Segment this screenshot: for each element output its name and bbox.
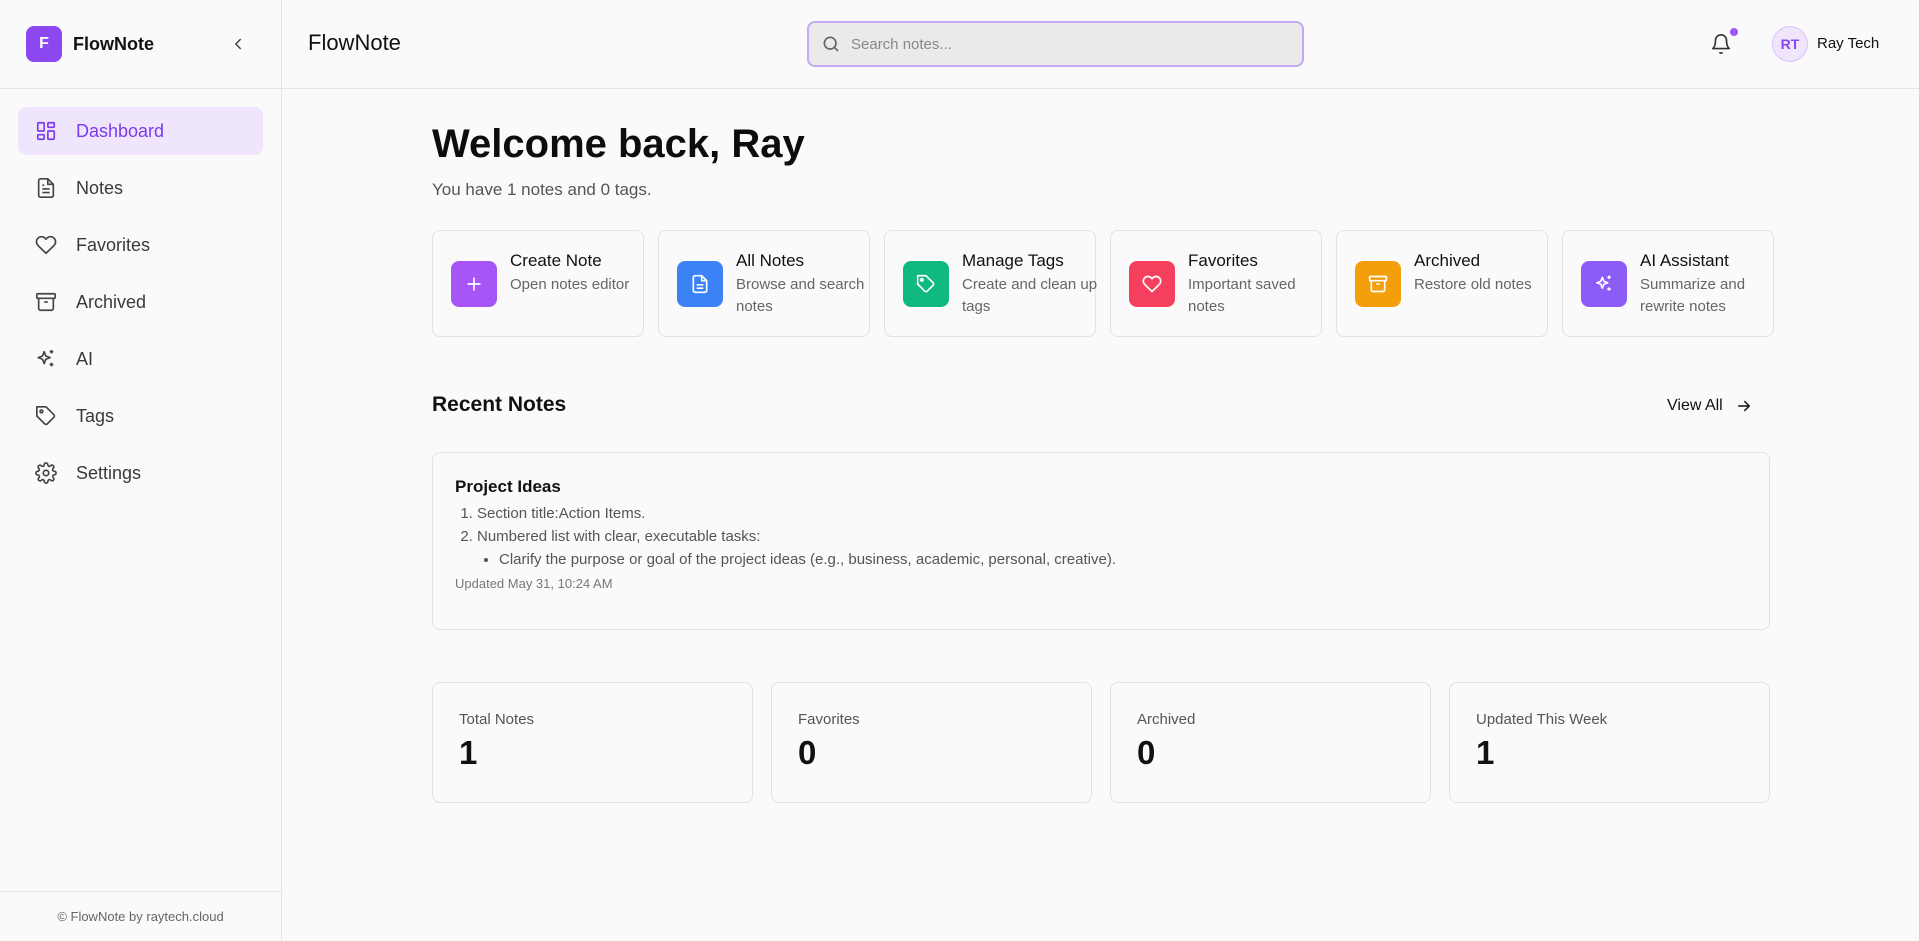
- search-input[interactable]: [851, 35, 1271, 53]
- stat-label: Archived: [1137, 711, 1196, 728]
- dashboard-content: Welcome back, Ray You have 1 notes and 0…: [282, 89, 1919, 941]
- sparkles-icon: [1581, 261, 1627, 307]
- all-notes-card[interactable]: All Notes Browse and search notes: [658, 230, 870, 337]
- stat-value: 1: [1476, 734, 1495, 771]
- sidebar-nav: Dashboard Notes Favorites Archived AI Ta…: [0, 89, 281, 891]
- heart-icon: [1129, 261, 1175, 307]
- sidebar-item-label: AI: [76, 348, 94, 369]
- collapse-sidebar-button[interactable]: [226, 32, 250, 56]
- user-name[interactable]: Ray Tech: [1817, 35, 1879, 52]
- stat-archived: Archived 0: [1110, 682, 1431, 803]
- note-sublist-item: Clarify the purpose or goal of the proje…: [499, 551, 1747, 568]
- archived-card[interactable]: Archived Restore old notes: [1336, 230, 1548, 337]
- action-desc: Important saved notes: [1188, 276, 1296, 315]
- stat-value: 0: [798, 734, 817, 771]
- sidebar-item-favorites[interactable]: Favorites: [18, 221, 263, 269]
- stat-total-notes: Total Notes 1: [432, 682, 753, 803]
- bell-icon: [1711, 34, 1731, 54]
- page-title: FlowNote: [308, 30, 401, 55]
- favorites-card[interactable]: Favorites Important saved notes: [1110, 230, 1322, 337]
- create-note-card[interactable]: Create Note Open notes editor: [432, 230, 644, 337]
- sidebar-item-dashboard[interactable]: Dashboard: [18, 107, 263, 155]
- action-desc: Summarize and rewrite notes: [1640, 276, 1746, 315]
- sidebar-item-archived[interactable]: Archived: [18, 278, 263, 326]
- action-desc: Open notes editor: [510, 276, 630, 293]
- sidebar-item-label: Notes: [76, 177, 124, 198]
- recent-note-card[interactable]: Project Ideas Section title:Action Items…: [432, 452, 1770, 630]
- stat-favorites: Favorites 0: [771, 682, 1092, 803]
- file-text-icon: [677, 261, 723, 307]
- plus-icon: [451, 261, 497, 307]
- stats-row: Total Notes 1 Favorites 0 Archived 0 Upd…: [432, 682, 1770, 803]
- action-title: Create Note: [510, 251, 602, 270]
- sidebar-item-settings[interactable]: Settings: [18, 449, 263, 497]
- sidebar: F FlowNote Dashboard Notes Favorites Arc…: [0, 0, 282, 941]
- action-desc: Restore old notes: [1414, 276, 1532, 293]
- note-updated-date: Updated May 31, 10:24 AM: [455, 576, 613, 591]
- stat-label: Favorites: [798, 711, 860, 728]
- action-title: Archived: [1414, 251, 1481, 270]
- archive-icon: [1355, 261, 1401, 307]
- action-title: Manage Tags: [962, 251, 1064, 270]
- gear-icon: [34, 461, 58, 485]
- brand-name: FlowNote: [73, 33, 154, 54]
- sparkles-icon: [34, 347, 58, 371]
- action-title: AI Assistant: [1640, 251, 1729, 270]
- chevron-left-icon: [235, 38, 241, 50]
- sidebar-footer: © FlowNote by raytech.cloud: [0, 891, 281, 941]
- note-list-item-text: Numbered list with clear, executable tas…: [477, 528, 761, 545]
- stat-updated-this-week: Updated This Week 1: [1449, 682, 1770, 803]
- archive-icon: [34, 290, 58, 314]
- sidebar-header: F FlowNote: [0, 0, 281, 89]
- welcome-heading: Welcome back, Ray: [432, 122, 805, 166]
- tag-icon: [903, 261, 949, 307]
- action-title: Favorites: [1188, 251, 1258, 270]
- sidebar-item-tags[interactable]: Tags: [18, 392, 263, 440]
- note-list-item: Numbered list with clear, executable tas…: [477, 528, 1747, 568]
- summary-text: You have 1 notes and 0 tags.: [432, 180, 652, 199]
- action-desc: Create and clean up tags: [962, 276, 1098, 315]
- stat-value: 0: [1137, 734, 1156, 771]
- stat-value: 1: [459, 734, 478, 771]
- recent-notes-heading: Recent Notes: [432, 393, 567, 416]
- sidebar-item-notes[interactable]: Notes: [18, 164, 263, 212]
- action-title: All Notes: [736, 251, 805, 270]
- search-icon: [823, 36, 839, 52]
- notification-badge: [1730, 28, 1738, 36]
- note-preview: Section title:Action Items. Numbered lis…: [455, 505, 1747, 568]
- note-list-item: Section title:Action Items.: [477, 505, 1747, 522]
- sidebar-item-label: Settings: [76, 462, 142, 483]
- note-title: Project Ideas: [455, 477, 561, 496]
- view-all-label: View All: [1667, 397, 1723, 414]
- stat-label: Updated This Week: [1476, 711, 1608, 728]
- sidebar-item-label: Tags: [76, 405, 115, 426]
- sidebar-item-label: Archived: [76, 291, 147, 312]
- arrow-right-icon: [1737, 400, 1750, 412]
- dashboard-icon: [34, 119, 58, 143]
- top-bar: FlowNote RT Ray Tech: [282, 0, 1919, 89]
- sidebar-item-label: Dashboard: [76, 120, 165, 141]
- logo[interactable]: F: [26, 26, 62, 62]
- view-all-link[interactable]: View All: [1667, 397, 1753, 415]
- main-area: FlowNote RT Ray Tech Welcome back, Ray Y…: [282, 0, 1919, 941]
- manage-tags-card[interactable]: Manage Tags Create and clean up tags: [884, 230, 1097, 337]
- ai-assistant-card[interactable]: AI Assistant Summarize and rewrite notes: [1562, 230, 1774, 337]
- action-desc: Browse and search notes: [736, 276, 865, 315]
- avatar[interactable]: RT: [1772, 26, 1808, 62]
- file-text-icon: [34, 176, 58, 200]
- tag-icon: [34, 404, 58, 428]
- sidebar-item-ai[interactable]: AI: [18, 335, 263, 383]
- notifications-button[interactable]: [1708, 31, 1734, 57]
- quick-actions: Create Note Open notes editor All Notes …: [432, 230, 1774, 337]
- sidebar-item-label: Favorites: [76, 234, 151, 255]
- search-box[interactable]: [807, 21, 1304, 67]
- stat-label: Total Notes: [459, 711, 535, 728]
- heart-icon: [34, 233, 58, 257]
